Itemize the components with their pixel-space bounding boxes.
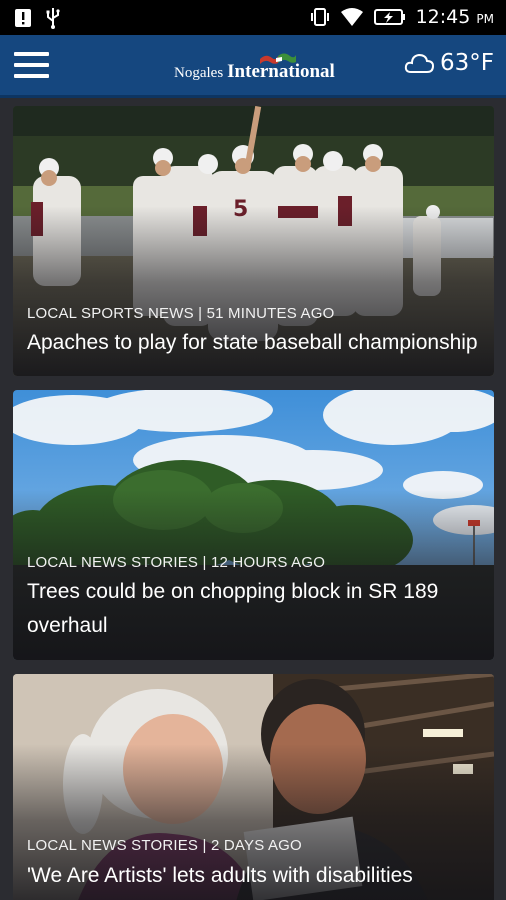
- status-bar: 12:45 PM: [0, 0, 506, 35]
- hamburger-menu-icon[interactable]: [14, 52, 50, 80]
- app-header: Nogales International 63°F: [0, 35, 506, 98]
- battery-charging-icon: [373, 9, 405, 25]
- temperature-label: 63°F: [440, 50, 494, 76]
- logo-text: Nogales International: [174, 61, 335, 82]
- wifi-icon: [340, 8, 363, 26]
- weather-widget[interactable]: 63°F: [404, 50, 494, 76]
- story-card[interactable]: 5 LOCAL SPORTS NEWS | 51 MINUTES AGO Apa…: [13, 106, 494, 376]
- story-headline[interactable]: Apaches to play for state baseball champ…: [27, 326, 480, 360]
- story-card[interactable]: LOCAL NEWS STORIES | 12 HOURS AGO Trees …: [13, 390, 494, 660]
- nogales-international-logo[interactable]: Nogales International: [174, 51, 335, 83]
- story-category-time: LOCAL SPORTS NEWS | 51 MINUTES AGO: [27, 305, 335, 322]
- status-time: 12:45 PM: [415, 6, 494, 28]
- vibrate-icon: [310, 8, 329, 26]
- usb-icon: [46, 8, 60, 29]
- story-headline[interactable]: 'We Are Artists' lets adults with disabi…: [27, 859, 480, 893]
- story-headline[interactable]: Trees could be on chopping block in SR 1…: [27, 575, 480, 643]
- story-category-time: LOCAL NEWS STORIES | 12 HOURS AGO: [27, 554, 326, 571]
- story-card[interactable]: LOCAL NEWS STORIES | 2 DAYS AGO 'We Are …: [13, 674, 494, 900]
- story-category-time: LOCAL NEWS STORIES | 2 DAYS AGO: [27, 837, 302, 854]
- cloud-icon: [404, 53, 434, 73]
- alert-icon: [15, 9, 31, 27]
